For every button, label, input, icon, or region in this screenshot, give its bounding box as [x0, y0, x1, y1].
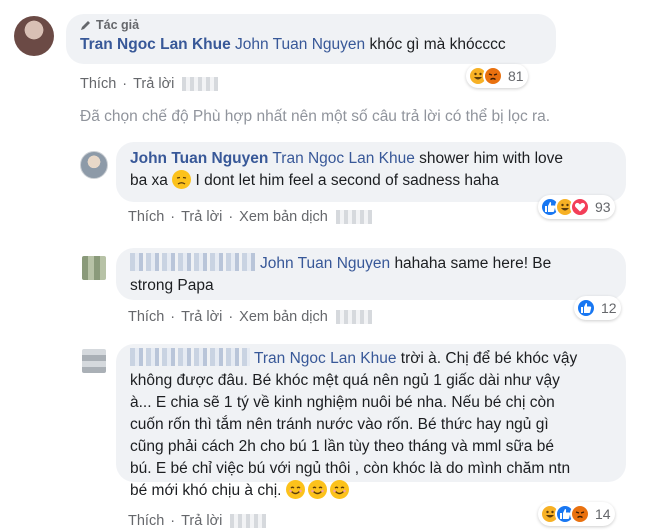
translate-link[interactable]: Xem bản dịch [239, 209, 328, 225]
mention-link[interactable]: John Tuan Nguyen [235, 36, 365, 53]
comment-actions: Thích · Trả lời [80, 76, 219, 92]
reply-link[interactable]: Trả lời [133, 76, 174, 92]
reply-text-line: cũng phải cách 2h cho bú 1 lần tùy theo … [130, 438, 554, 455]
like-link[interactable]: Thích [128, 513, 164, 529]
mention-link[interactable]: John Tuan Nguyen [260, 255, 390, 272]
reply-actions: Thích · Trả lời · Xem bản dịch [128, 209, 372, 225]
like-reaction-icon [576, 298, 596, 318]
reply-text-line: không được đâu. Bé khóc mệt quá nên ngủ … [130, 372, 560, 389]
reaction-count: 14 [595, 506, 611, 522]
reaction-summary[interactable]: 14 [538, 502, 615, 526]
filter-notice: Đã chọn chế độ Phù hợp nhất nên một số c… [80, 108, 551, 125]
angry-reaction-icon [483, 66, 503, 86]
reply-link[interactable]: Trả lời [181, 209, 222, 225]
love-reaction-icon [570, 197, 590, 217]
like-link[interactable]: Thích [128, 309, 164, 325]
avatar[interactable] [14, 16, 54, 56]
author-badge: Tác giả [80, 16, 542, 34]
reply-actions: Thích · Trả lời · Xem bản dịch [128, 309, 372, 325]
reply-bubble: Tran Ngoc Lan Khue trời à. Chị để bé khó… [116, 344, 626, 499]
timestamp-blurred[interactable] [182, 77, 219, 91]
reply-link[interactable]: Trả lời [181, 309, 222, 325]
timestamp-blurred[interactable] [230, 514, 267, 528]
reply-text-line1: shower him with love [419, 150, 564, 167]
reaction-count: 93 [595, 199, 611, 215]
reaction-count: 81 [508, 68, 524, 84]
mention-link[interactable]: Tran Ngoc Lan Khue [272, 150, 414, 167]
reply-link[interactable]: Trả lời [181, 513, 222, 529]
mention-link[interactable]: Tran Ngoc Lan Khue [254, 350, 396, 367]
like-link[interactable]: Thích [128, 209, 164, 225]
reply-text-line2: strong Papa [130, 277, 214, 294]
reply-text-line2-rest: I dont let him feel a second of sadness … [195, 172, 499, 189]
author-name-blurred[interactable] [130, 253, 256, 271]
reply-text-line: bú. E bé chỉ việc bú với ngủ thôi , còn … [130, 460, 571, 477]
like-link[interactable]: Thích [80, 76, 116, 92]
reply-author[interactable]: John Tuan Nguyen [130, 150, 268, 167]
avatar[interactable] [80, 151, 108, 179]
reply-text-line: bé mới khó chịu à chị. [130, 482, 282, 499]
author-name-blurred[interactable] [130, 348, 250, 366]
reply-text-line: à... E chia sẽ 1 tý về kinh nghiệm nuôi … [130, 394, 555, 411]
reply-bubble: John Tuan Nguyen Tran Ngoc Lan Khue show… [116, 142, 626, 202]
comment-author[interactable]: Tran Ngoc Lan Khue [80, 36, 231, 53]
reply-text-line: cuốn rốn thì tắm nên tránh nước vào rốn.… [130, 416, 549, 433]
smiling-emoji-icon [307, 480, 327, 499]
comment-bubble: Tác giả Tran Ngoc Lan Khue John Tuan Ngu… [66, 14, 556, 64]
reaction-summary[interactable]: 81 [466, 64, 528, 88]
avatar-blurred[interactable] [82, 349, 106, 373]
smiling-emoji-icon [285, 480, 305, 499]
timestamp-blurred[interactable] [335, 310, 372, 324]
reaction-summary[interactable]: 93 [538, 195, 615, 219]
comment-text: khóc gì mà khócccc [369, 36, 506, 53]
timestamp-blurred[interactable] [335, 210, 372, 224]
smiling-emoji-icon [329, 480, 349, 499]
disappointed-emoji-icon [172, 170, 192, 189]
reaction-count: 12 [601, 300, 617, 316]
pen-icon [81, 21, 90, 30]
reaction-summary[interactable]: 12 [574, 296, 621, 320]
avatar-blurred[interactable] [82, 256, 106, 280]
reply-text-line2: ba xa [130, 172, 168, 189]
reply-bubble: John Tuan Nguyen hahaha same here! Be st… [116, 248, 626, 300]
reply-text-line1: hahaha same here! Be [394, 255, 552, 272]
reply-actions: Thích · Trả lời [128, 513, 267, 529]
angry-reaction-icon [570, 504, 590, 524]
translate-link[interactable]: Xem bản dịch [239, 309, 328, 325]
reply-text-line1: trời à. Chị để bé khóc vậy [400, 350, 578, 367]
